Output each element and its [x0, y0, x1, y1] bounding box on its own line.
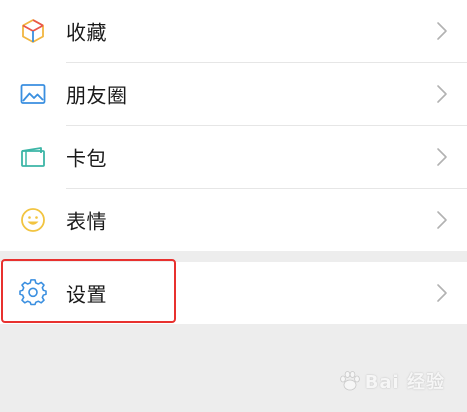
section-gap — [0, 251, 467, 262]
menu-item-card-wallet[interactable]: 卡包 — [0, 126, 467, 188]
gear-icon — [19, 279, 47, 306]
moments-photo-icon — [20, 84, 46, 104]
favorites-cube-icon — [22, 19, 44, 43]
menu-item-label: 收藏 — [66, 20, 107, 45]
watermark-text: Bai 经验 — [364, 372, 445, 393]
chevron-right-icon — [437, 211, 447, 229]
chevron-right-icon — [437, 22, 447, 40]
chevron-right-icon — [437, 284, 447, 302]
chevron-right-icon — [437, 148, 447, 166]
menu-item-label: 表情 — [66, 209, 107, 234]
sticker-smiley-icon — [21, 208, 45, 232]
menu-item-favorites[interactable]: 收藏 — [0, 0, 467, 62]
menu-item-label: 卡包 — [66, 146, 107, 171]
chevron-right-icon — [437, 85, 447, 103]
watermark: Bai 经验 — [338, 368, 445, 394]
card-wallet-icon — [21, 147, 45, 167]
menu-item-stickers[interactable]: 表情 — [0, 189, 467, 251]
menu-item-label: 朋友圈 — [66, 83, 128, 108]
menu-item-settings[interactable]: 设置 — [0, 262, 467, 324]
menu-list: 收藏 朋友圈 卡包 表情 — [0, 0, 467, 251]
paw-icon — [339, 371, 360, 391]
settings-section: 设置 — [0, 262, 467, 324]
menu-item-label: 设置 — [66, 282, 107, 307]
menu-item-moments[interactable]: 朋友圈 — [0, 63, 467, 125]
